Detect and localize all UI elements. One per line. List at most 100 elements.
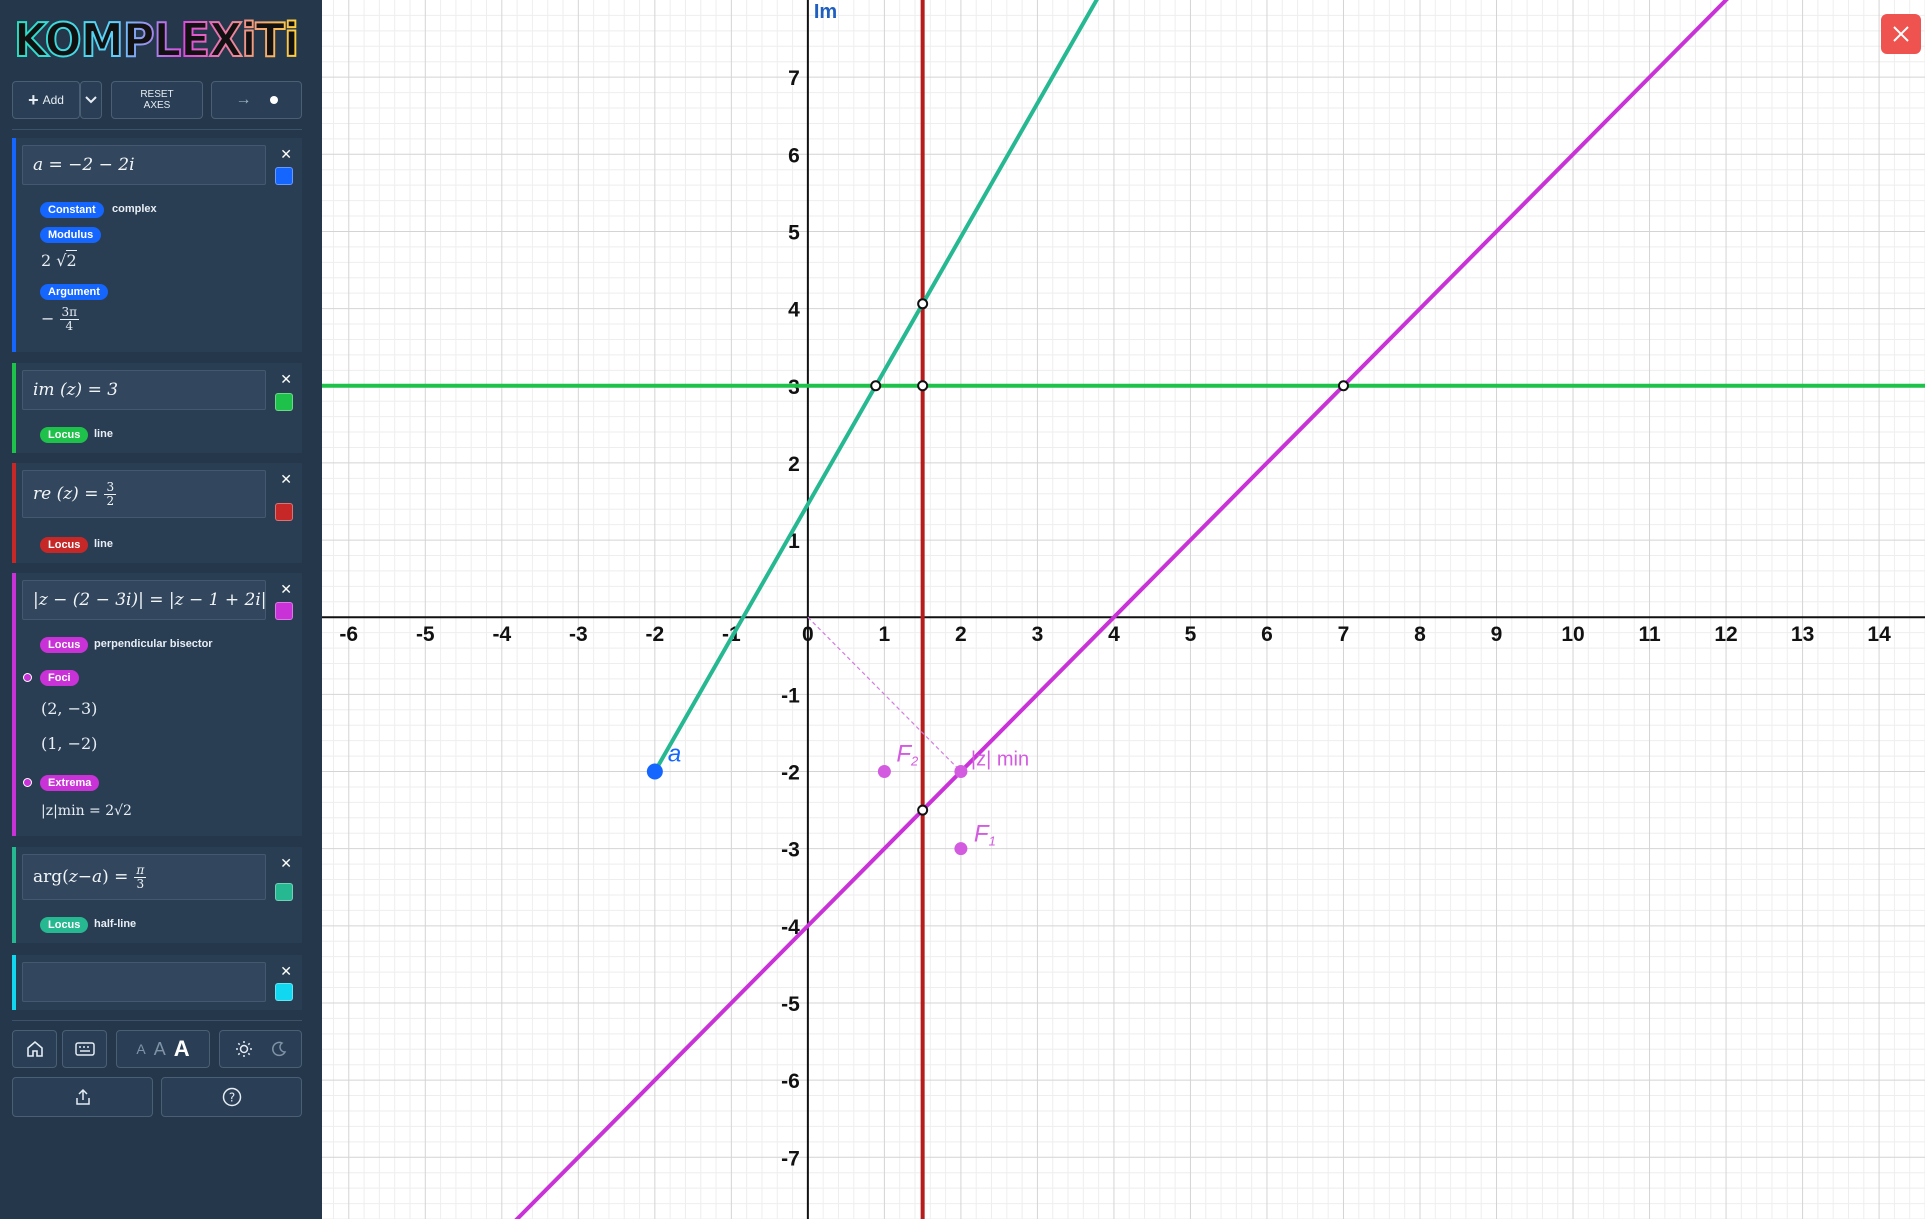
y-tick-label: 5 (788, 221, 800, 244)
x-tick-label: -6 (339, 623, 358, 646)
color-swatch[interactable] (275, 167, 293, 185)
home-button[interactable] (12, 1030, 57, 1068)
moon-icon[interactable] (271, 1041, 287, 1057)
keyboard-button[interactable] (62, 1030, 107, 1068)
font-large-button[interactable]: A (174, 1036, 190, 1062)
y-tick-label: -3 (781, 839, 800, 862)
font-small-button[interactable]: A (136, 1041, 145, 1057)
x-tick-label: 8 (1414, 623, 1426, 646)
close-button[interactable] (1881, 14, 1921, 54)
x-tick-label: 5 (1185, 623, 1197, 646)
delete-entry-button[interactable]: ✕ (280, 473, 292, 487)
delete-entry-button[interactable]: ✕ (280, 583, 292, 597)
expression-input[interactable]: arg(z − a) = π3 (22, 854, 266, 900)
x-tick-label: 2 (955, 623, 967, 646)
expression-input[interactable]: im (z) = 3 (22, 370, 266, 410)
delete-entry-button[interactable]: ✕ (280, 148, 292, 162)
expression-input[interactable] (22, 962, 266, 1002)
focus-value: (2, −3) (41, 699, 98, 718)
focus-point-f2 (877, 765, 891, 779)
locus-badge: Locus (40, 427, 89, 443)
theme-toggle (219, 1030, 302, 1068)
reset-label-2: AXES (143, 100, 171, 111)
extrema-visibility-toggle[interactable] (23, 778, 32, 787)
y-tick-label: 2 (788, 453, 800, 476)
y-tick-label: -2 (781, 762, 800, 785)
y-axis-label: Im (814, 1, 837, 23)
chevron-down-icon (85, 96, 97, 104)
complex-plane-graph[interactable]: ReIm -6-5-4-3-2-101234567891011121314765… (322, 0, 1925, 1219)
x-tick-label: 3 (1032, 623, 1044, 646)
delete-entry-button[interactable]: ✕ (280, 857, 292, 871)
color-swatch[interactable] (275, 983, 293, 1001)
entry-card-empty: ✕ (12, 955, 302, 1010)
locus-badge: Locus (40, 637, 89, 653)
extrema-badge: Extrema (40, 775, 100, 791)
locus-badge: Locus (40, 537, 89, 553)
loci (322, 0, 1925, 1219)
reset-axes-button[interactable]: RESET AXES (111, 81, 203, 119)
help-icon: ? (222, 1087, 241, 1107)
argument-badge: Argument (40, 284, 108, 300)
reset-label-1: RESET (140, 89, 174, 100)
locus-text: perpendicular bisector (94, 638, 213, 650)
focus-f1-subscript: 1 (989, 834, 996, 849)
x-tick-label: 10 (1561, 623, 1584, 646)
color-swatch[interactable] (275, 393, 293, 411)
x-tick-label: -4 (492, 623, 511, 646)
expression-input[interactable]: a = −2 − 2i (22, 145, 266, 185)
delete-entry-button[interactable]: ✕ (280, 373, 292, 387)
x-tick-label: -2 (645, 623, 664, 646)
x-tick-label: 1 (879, 623, 891, 646)
share-button[interactable] (12, 1077, 153, 1117)
locus-badge: Locus (40, 917, 89, 933)
locus-text: line (94, 538, 113, 550)
expression-input[interactable]: re (z) = 32 (22, 470, 266, 518)
focus-point-f1 (954, 842, 968, 856)
point-a-label: a (668, 741, 681, 768)
y-tick-label: 6 (788, 144, 800, 167)
help-button[interactable]: ? (161, 1077, 302, 1117)
delete-entry-button[interactable]: ✕ (280, 965, 292, 979)
point-a (646, 763, 663, 780)
add-button[interactable]: + Add (12, 81, 80, 119)
intersection-point (870, 380, 882, 392)
intersection-point (917, 298, 929, 310)
entry-card-im: im (z) = 3 ✕ Locus line (12, 363, 302, 453)
intersection-point (917, 380, 929, 392)
y-tick-label: 7 (788, 67, 800, 90)
keyboard-icon (74, 1042, 95, 1056)
extrema-value: |z|min = 2√2 (41, 803, 132, 819)
sun-icon[interactable] (235, 1040, 253, 1058)
focus-f1-label: F1 (974, 821, 996, 849)
entry-card-a: a = −2 − 2i ✕ Constant complex Modulus 2… (12, 138, 302, 352)
x-tick-label: -5 (416, 623, 435, 646)
entry-card-bisector: |z − (2 − 3i)| = |z − 1 + 2i| ✕ Locus pe… (12, 573, 302, 836)
foci-visibility-toggle[interactable] (23, 673, 32, 682)
add-dropdown-button[interactable] (80, 81, 102, 119)
type-text: complex (112, 203, 157, 215)
color-swatch[interactable] (275, 883, 293, 901)
zmin-label: |z| min (971, 749, 1029, 771)
color-swatch[interactable] (275, 602, 293, 620)
y-tick-label: -1 (781, 684, 800, 707)
intersection-point (917, 804, 929, 816)
x-tick-label: 7 (1338, 623, 1350, 646)
home-icon (26, 1040, 43, 1057)
svg-text:?: ? (228, 1091, 234, 1105)
focus-f2-label: F2 (896, 741, 919, 769)
x-tick-label: 4 (1108, 623, 1120, 646)
focus-f2-subscript: 2 (910, 754, 919, 769)
add-label: Add (42, 93, 64, 107)
color-swatch[interactable] (275, 503, 293, 521)
arrow-right-icon: → (235, 91, 252, 108)
font-medium-button[interactable]: A (154, 1039, 166, 1060)
point-mode-toggle[interactable]: → (211, 81, 302, 119)
close-icon (1893, 26, 1909, 42)
expression-input[interactable]: |z − (2 − 3i)| = |z − 1 + 2i| (22, 580, 266, 620)
modulus-value: 2 √2 (41, 250, 77, 270)
x-tick-label: 6 (1261, 623, 1273, 646)
entry-card-arg: arg(z − a) = π3 ✕ Locus half-line (12, 847, 302, 943)
x-tick-label: 9 (1491, 623, 1503, 646)
foci-badge: Foci (40, 670, 79, 686)
